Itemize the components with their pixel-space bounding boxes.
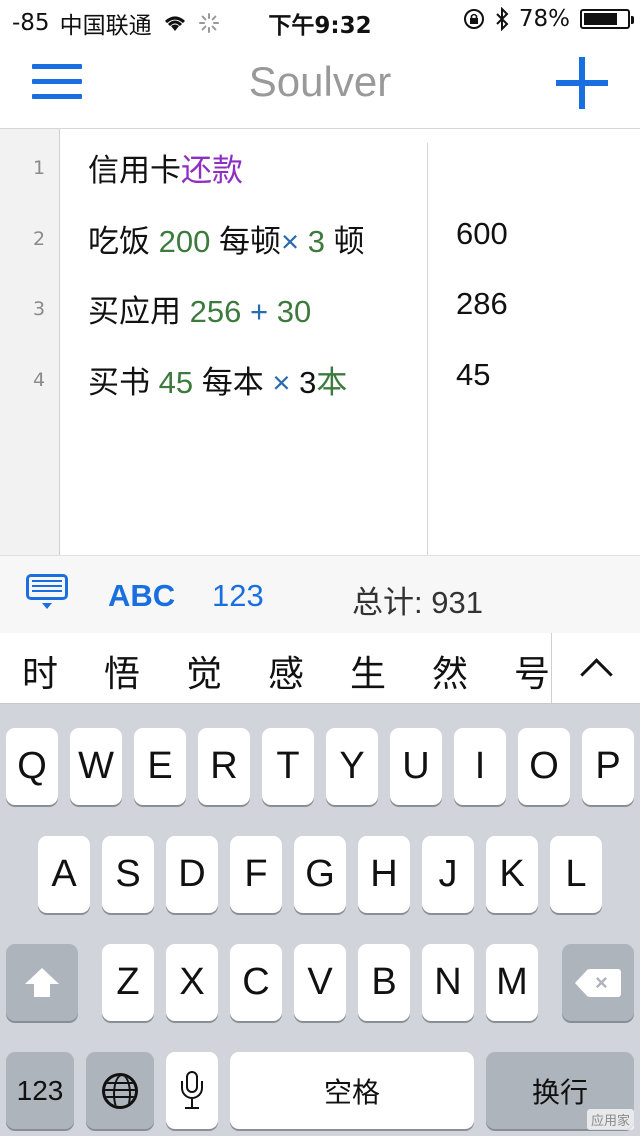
expression-token: 本: [316, 365, 348, 400]
key-i[interactable]: I: [454, 728, 506, 805]
numbers-key[interactable]: 123: [6, 1052, 74, 1129]
expression-token: ×: [280, 224, 300, 259]
line-answer[interactable]: 286: [456, 286, 508, 322]
backspace-key[interactable]: ×: [562, 944, 634, 1021]
key-w[interactable]: W: [70, 728, 122, 805]
line-number: 3: [32, 298, 46, 320]
abc-mode-button[interactable]: ABC: [108, 578, 175, 614]
candidate-word[interactable]: 感: [268, 645, 304, 697]
keyboard-dismiss-icon[interactable]: [26, 574, 68, 609]
key-s[interactable]: S: [102, 836, 154, 913]
key-z[interactable]: Z: [102, 944, 154, 1021]
expression-token: 200: [158, 224, 211, 259]
globe-key[interactable]: [86, 1052, 154, 1129]
key-q[interactable]: Q: [6, 728, 58, 805]
microphone-icon: [181, 1070, 203, 1111]
line-number-gutter: [0, 129, 60, 555]
key-d[interactable]: D: [166, 836, 218, 913]
key-v[interactable]: V: [294, 944, 346, 1021]
key-k[interactable]: K: [486, 836, 538, 913]
key-o[interactable]: O: [518, 728, 570, 805]
line-number: 2: [32, 228, 46, 250]
candidate-word[interactable]: 号: [514, 645, 550, 697]
total-value: 总计: 931: [352, 585, 483, 620]
globe-icon: [102, 1072, 138, 1109]
backspace-icon: ×: [575, 967, 621, 999]
key-h[interactable]: H: [358, 836, 410, 913]
space-key[interactable]: 空格: [230, 1052, 474, 1129]
nav-bar: Soulver: [0, 40, 640, 129]
bluetooth-icon: [496, 7, 509, 31]
battery-percent: 78%: [518, 6, 570, 32]
battery-level: [584, 13, 617, 25]
battery-icon: [580, 9, 634, 29]
candidate-bar: 时悟觉感生然号: [0, 633, 640, 704]
candidate-word[interactable]: 生: [350, 645, 386, 697]
dictation-key[interactable]: [166, 1052, 218, 1129]
candidate-word[interactable]: 时: [22, 645, 58, 697]
expression-token: 信用卡: [88, 153, 181, 188]
watermark: 应用家: [586, 1109, 634, 1130]
expression-token: 256: [189, 294, 242, 329]
key-n[interactable]: N: [422, 944, 474, 1021]
key-g[interactable]: G: [294, 836, 346, 913]
expression-token: 45: [158, 365, 194, 400]
expression-line[interactable]: 买书 45 每本 × 3本: [88, 357, 347, 402]
key-t[interactable]: T: [262, 728, 314, 805]
expression-token: 买应用: [88, 294, 190, 329]
key-f[interactable]: F: [230, 836, 282, 913]
expression-token: 顿: [324, 224, 365, 259]
expression-token: +: [241, 294, 277, 329]
status-right: 78%: [463, 6, 634, 32]
expression-line[interactable]: 吃饭 200 每顿× 3 顿: [88, 216, 365, 261]
candidate-word[interactable]: 悟: [104, 645, 140, 697]
expression-token: 还款: [181, 153, 243, 188]
key-c[interactable]: C: [230, 944, 282, 1021]
expression-token: 每顿: [210, 224, 281, 259]
page-title: Soulver: [248, 58, 392, 105]
line-answer[interactable]: 45: [456, 357, 490, 393]
expression-token: 买书: [88, 365, 159, 400]
expand-candidates-button[interactable]: [551, 633, 640, 703]
key-l[interactable]: L: [550, 836, 602, 913]
line-number: 4: [32, 369, 46, 391]
add-button[interactable]: [556, 57, 608, 109]
number-mode-button[interactable]: 123: [212, 578, 264, 614]
expression-token: 30: [276, 294, 312, 329]
line-answer[interactable]: 600: [456, 216, 508, 252]
expression-line[interactable]: 买应用 256 + 30: [88, 286, 311, 331]
line-number: 1: [32, 157, 46, 179]
key-j[interactable]: J: [422, 836, 474, 913]
expression-token: 每本: [193, 365, 273, 400]
key-m[interactable]: M: [486, 944, 538, 1021]
key-x[interactable]: X: [166, 944, 218, 1021]
expression-token: 3: [299, 224, 325, 259]
key-p[interactable]: P: [582, 728, 634, 805]
expression-token: 3: [290, 365, 317, 400]
orientation-lock-icon: [463, 9, 484, 29]
candidate-word[interactable]: 觉: [186, 645, 222, 697]
key-u[interactable]: U: [390, 728, 442, 805]
answers-divider: [427, 143, 428, 555]
expression-line[interactable]: 信用卡还款: [88, 145, 243, 190]
calculation-editor[interactable]: 1 信用卡还款 2 吃饭 200 每顿× 3 顿 600 3 买应用 256 + 30 286…: [0, 129, 640, 555]
key-e[interactable]: E: [134, 728, 186, 805]
status-bar: -85 中国联通 下午9:32 78%: [0, 0, 640, 40]
keyboard: QWERTYUIOPASDFGHJKLZXCVBNM × 123 空格 换行 应…: [0, 704, 640, 1136]
key-r[interactable]: R: [198, 728, 250, 805]
candidate-word[interactable]: 然: [432, 645, 468, 697]
expression-token: 吃饭: [88, 224, 159, 259]
shift-key[interactable]: [6, 944, 78, 1021]
expression-token: ×: [272, 365, 291, 400]
shift-arrow-icon: [25, 967, 59, 998]
key-a[interactable]: A: [38, 836, 90, 913]
total-bar: ABC 123 总计: 931: [0, 555, 640, 634]
key-y[interactable]: Y: [326, 728, 378, 805]
key-b[interactable]: B: [358, 944, 410, 1021]
